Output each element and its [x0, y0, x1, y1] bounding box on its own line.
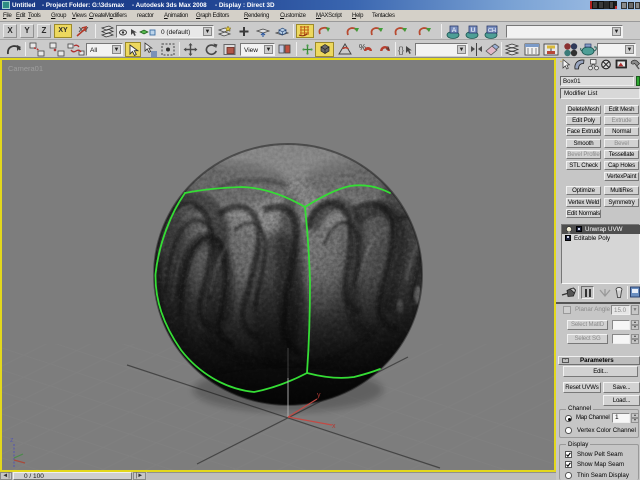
svg-text:a: a	[386, 45, 390, 52]
svg-text:CH: CH	[488, 28, 496, 34]
svg-text:z: z	[10, 437, 14, 444]
svg-text:y: y	[317, 392, 321, 399]
svg-text:{}: {}	[398, 45, 404, 55]
svg-text:x: x	[332, 423, 336, 430]
svg-text:Camera01: Camera01	[8, 64, 43, 73]
svg-text:U: U	[471, 27, 476, 34]
svg-text:A: A	[452, 27, 457, 34]
